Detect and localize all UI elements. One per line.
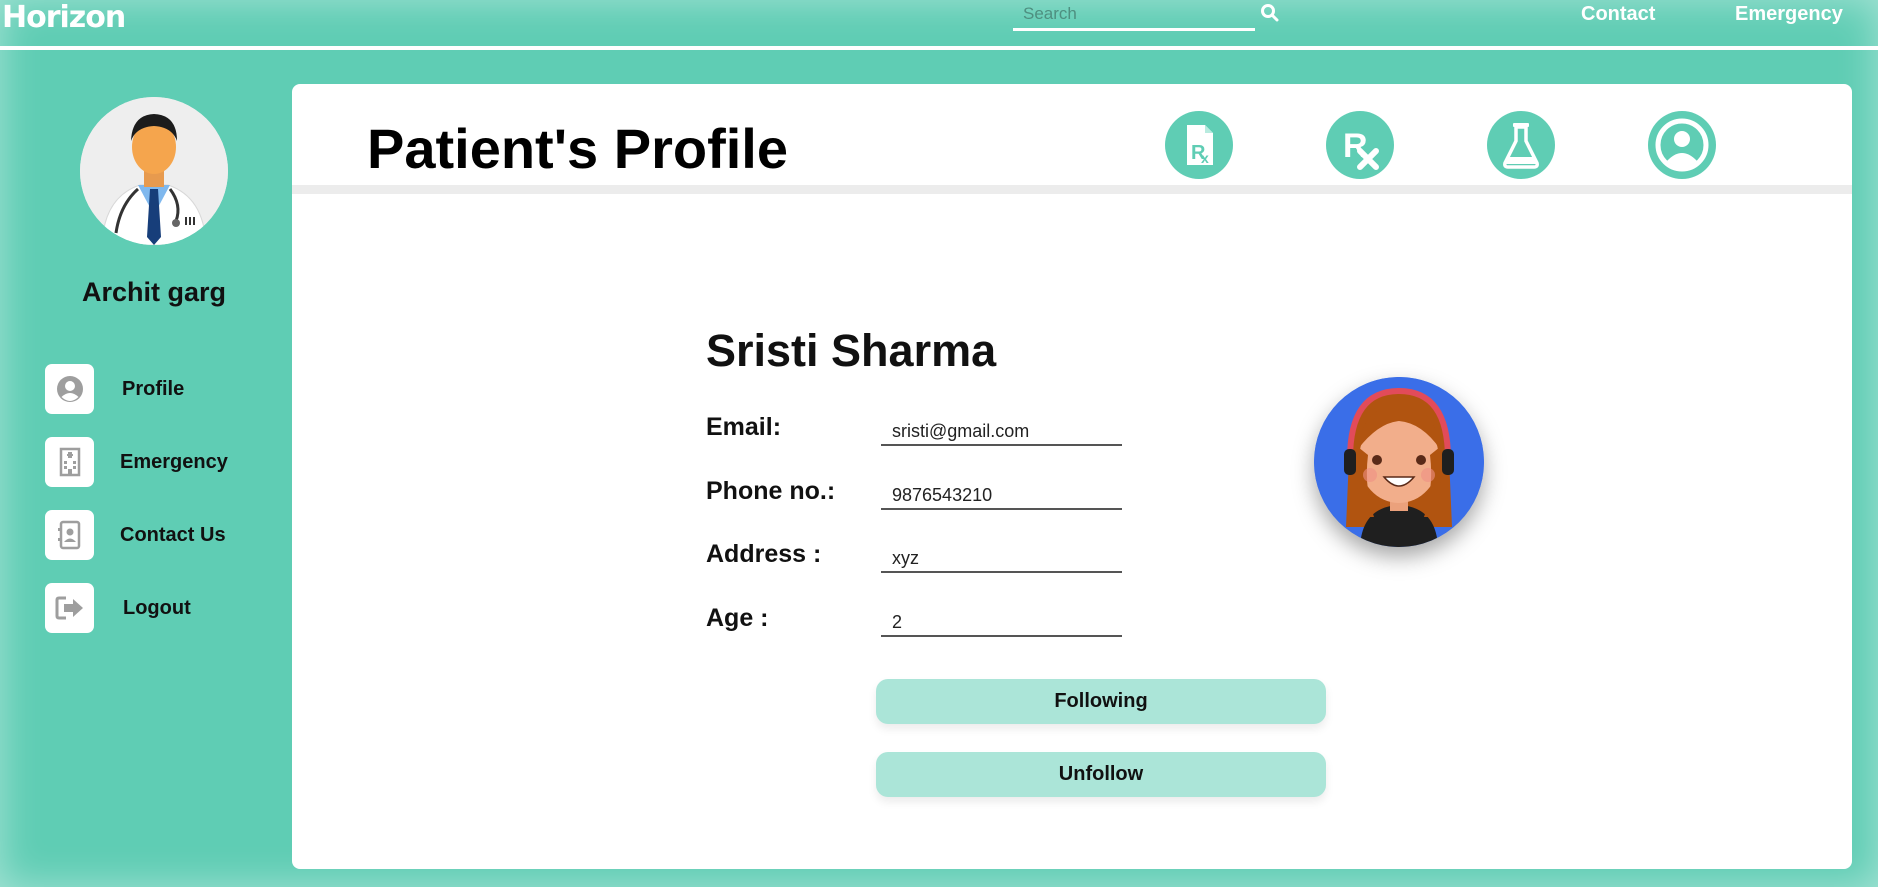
patient-name: Sristi Sharma xyxy=(706,325,997,376)
user-circle-icon xyxy=(45,364,94,414)
following-button[interactable]: Following xyxy=(876,679,1326,724)
sidebar-item-label: Emergency xyxy=(120,451,228,473)
nav-link-emergency[interactable]: Emergency xyxy=(1735,3,1843,26)
sidebar-item-label: Logout xyxy=(123,597,191,619)
age-field[interactable] xyxy=(881,603,1122,637)
age-label: Age : xyxy=(706,604,769,632)
prescription-file-icon[interactable]: R x xyxy=(1165,111,1233,179)
sidebar-item-logout[interactable]: Logout xyxy=(45,583,295,633)
sidebar-item-contact-us[interactable]: Contact Us xyxy=(45,510,295,560)
search-box xyxy=(1013,0,1255,31)
sidebar-item-label: Profile xyxy=(122,378,185,400)
contact-book-icon xyxy=(45,510,94,560)
sidebar-item-emergency[interactable]: Emergency xyxy=(45,437,295,487)
brand-logo[interactable]: Horizon xyxy=(2,0,126,35)
logout-icon xyxy=(45,583,94,633)
email-label: Email: xyxy=(706,413,782,441)
doctor-name: Archit garg xyxy=(81,277,227,307)
rx-icon[interactable]: R xyxy=(1326,111,1394,179)
phone-field[interactable] xyxy=(881,476,1122,510)
address-label: Address : xyxy=(706,540,822,568)
address-field[interactable] xyxy=(881,539,1122,573)
search-icon[interactable] xyxy=(1260,3,1280,23)
sidebar-item-label: Contact Us xyxy=(120,524,226,546)
unfollow-button[interactable]: Unfollow xyxy=(876,752,1326,797)
top-navbar: Horizon Contact Emergency xyxy=(0,0,1878,50)
user-circle-icon[interactable] xyxy=(1648,111,1716,179)
page-title: Patient's Profile xyxy=(367,117,788,180)
doctor-avatar xyxy=(80,97,228,245)
header-divider xyxy=(292,185,1852,194)
search-input[interactable] xyxy=(1013,0,1255,28)
patient-avatar xyxy=(1314,377,1484,547)
hospital-icon xyxy=(45,437,94,487)
lab-flask-icon[interactable] xyxy=(1487,111,1555,179)
email-field[interactable] xyxy=(881,412,1122,446)
sidebar-item-profile[interactable]: Profile xyxy=(45,364,295,414)
svg-text:x: x xyxy=(1201,150,1209,166)
patient-profile-card: Patient's Profile R x R Sristi Sharma Em… xyxy=(292,84,1852,869)
phone-label: Phone no.: xyxy=(706,477,836,505)
nav-link-contact[interactable]: Contact xyxy=(1581,3,1655,26)
